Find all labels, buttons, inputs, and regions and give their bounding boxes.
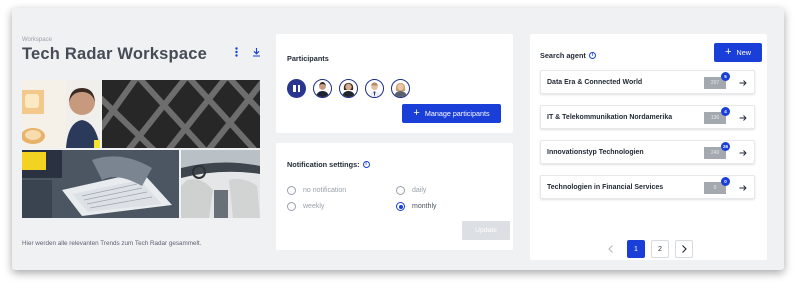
avatar[interactable]: [339, 79, 358, 98]
chevron-right-icon: [682, 245, 687, 253]
list-item[interactable]: Data Era & Connected World 207 5: [540, 70, 755, 94]
search-agent-card: Search agent i + New Data Era & Connected…: [530, 34, 767, 260]
participants-card: Participants + Manage participants: [276, 34, 513, 133]
workspace-image-mosaic: [22, 80, 260, 230]
page-title: Tech Radar Workspace: [22, 45, 207, 63]
page-button-2[interactable]: 2: [651, 240, 669, 258]
new-results-badge: 4: [721, 107, 730, 116]
radio-circle: [287, 186, 296, 195]
new-label: New: [736, 48, 751, 57]
radio-label: no notification: [303, 187, 347, 194]
radio-weekly[interactable]: weekly: [287, 202, 324, 211]
radio-label: daily: [412, 187, 427, 194]
workspace-label: Workspace: [22, 37, 52, 43]
radio-monthly[interactable]: monthly: [396, 202, 437, 211]
search-agent-title: Search agent i: [540, 51, 596, 60]
radio-circle: [396, 202, 405, 211]
list-item[interactable]: Technologien in Financial Services 0 0: [540, 175, 755, 199]
search-agent-label: Search agent: [540, 51, 586, 60]
workspace-actions: [230, 45, 262, 59]
search-agent-name: IT & Telekommunikation Nordamerika: [547, 114, 673, 121]
participants-title: Participants: [287, 54, 329, 63]
new-results-badge: 5: [721, 72, 730, 81]
list-item[interactable]: Innovationstyp Technologien 249 26: [540, 140, 755, 164]
mosaic-image-person: [22, 80, 100, 148]
mosaic-image-car: [181, 150, 260, 218]
info-icon[interactable]: i: [588, 51, 596, 59]
radio-circle: [287, 202, 296, 211]
pause-icon[interactable]: [287, 79, 306, 98]
radio-circle: [396, 186, 405, 195]
arrow-right-icon[interactable]: [738, 183, 748, 193]
radio-label: monthly: [412, 203, 437, 210]
manage-participants-button[interactable]: + Manage participants: [402, 104, 501, 123]
chevron-left-icon[interactable]: [606, 244, 616, 254]
update-button[interactable]: Update: [462, 221, 510, 240]
search-agent-name: Technologien in Financial Services: [547, 184, 664, 191]
arrow-right-icon[interactable]: [738, 113, 748, 123]
new-results-badge: 26: [721, 142, 730, 151]
search-agent-name: Innovationstyp Technologien: [547, 149, 644, 156]
radio-daily[interactable]: daily: [396, 186, 426, 195]
mosaic-image-texture: [102, 80, 260, 148]
manage-participants-label: Manage participants: [424, 109, 490, 118]
avatar[interactable]: [391, 79, 410, 98]
list-item[interactable]: IT & Telekommunikation Nordamerika 136 4: [540, 105, 755, 129]
page-button-1[interactable]: 1: [627, 240, 645, 258]
plus-icon: +: [725, 46, 732, 58]
radio-label: weekly: [303, 203, 325, 210]
new-search-agent-button[interactable]: + New: [714, 43, 762, 62]
app-frame: Workspace Tech Radar Workspace Hier werd…: [12, 8, 784, 270]
arrow-right-icon[interactable]: [738, 78, 748, 88]
avatar[interactable]: [365, 79, 384, 98]
search-agent-name: Data Era & Connected World: [547, 79, 643, 86]
radio-no-notification[interactable]: no notification: [287, 186, 346, 195]
more-vertical-icon[interactable]: [230, 45, 242, 59]
plus-icon: +: [413, 107, 420, 119]
next-page-button[interactable]: [675, 240, 693, 258]
notification-settings-card: Notification settings: i no notification …: [276, 143, 513, 250]
notification-settings-label: Notification settings:: [287, 160, 360, 169]
arrow-right-icon[interactable]: [738, 148, 748, 158]
mosaic-image-documents: [22, 150, 179, 218]
notification-settings-title: Notification settings: i: [287, 160, 370, 169]
download-icon[interactable]: [250, 45, 262, 59]
avatar[interactable]: [313, 79, 332, 98]
new-results-badge: 0: [721, 177, 730, 186]
info-icon[interactable]: i: [362, 160, 370, 168]
workspace-description: Hier werden alle relevanten Trends zum T…: [22, 240, 202, 247]
